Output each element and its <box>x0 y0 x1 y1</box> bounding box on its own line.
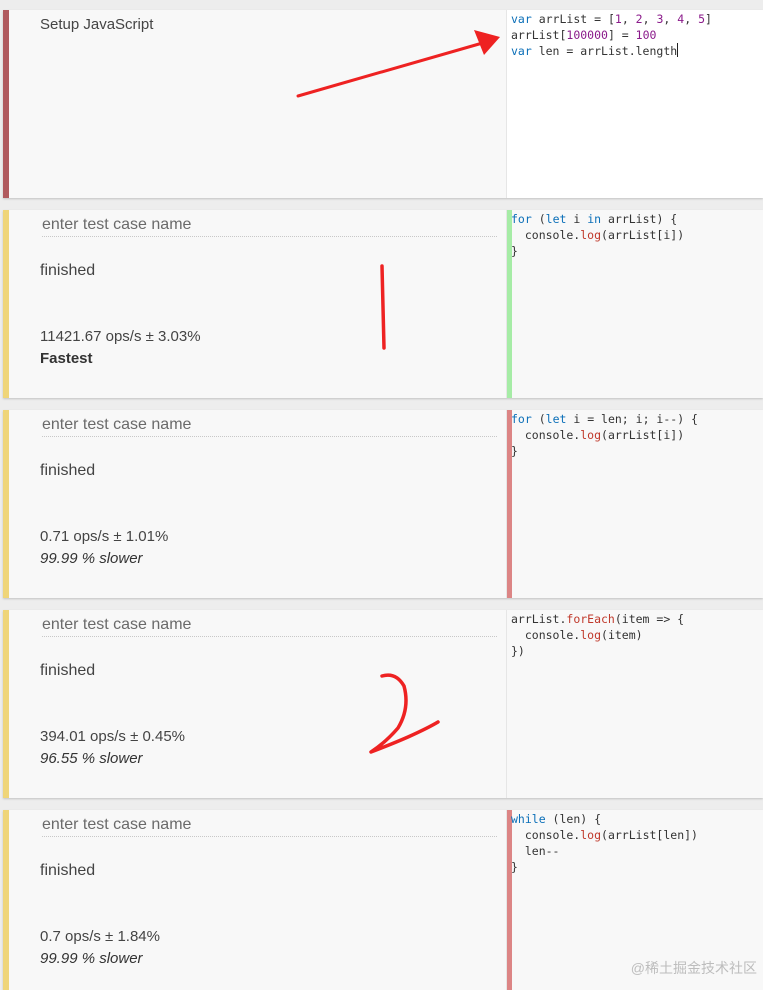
setup-title: Setup JavaScript <box>40 16 154 33</box>
code-line: while (len) { <box>511 812 602 826</box>
test-case-ops: 0.71 ops/s ± 1.01% <box>40 528 169 545</box>
test-case-rank: Fastest <box>40 350 93 367</box>
test-case-code[interactable]: arrList.forEach(item => { console.log(it… <box>511 611 684 659</box>
test-case-rank: 96.55 % slower <box>40 750 143 767</box>
setup-panel: Setup JavaScript var arrList = [1, 2, 3,… <box>3 10 763 198</box>
test-case-status: finished <box>40 862 96 879</box>
test-case-info: finished 0.71 ops/s ± 1.01% 99.99 % slow… <box>9 410 506 598</box>
test-case-code-editor[interactable]: for (let i = len; i; i--) { console.log(… <box>506 410 763 598</box>
test-case-name-input[interactable] <box>42 814 497 837</box>
test-case-panel: finished 394.01 ops/s ± 0.45% 96.55 % sl… <box>3 610 763 798</box>
test-case-status: finished <box>40 662 96 679</box>
test-case-rank: 99.99 % slower <box>40 950 143 967</box>
test-case-name-input[interactable] <box>42 214 497 237</box>
test-case-ops: 11421.67 ops/s ± 3.03% <box>40 328 201 345</box>
test-case-rank: 99.99 % slower <box>40 550 143 567</box>
test-case-code-editor[interactable]: arrList.forEach(item => { console.log(it… <box>506 610 763 798</box>
code-line: var arrList = [1, 2, 3, 4, 5] <box>511 12 712 26</box>
test-case-status: finished <box>40 262 96 279</box>
setup-code[interactable]: var arrList = [1, 2, 3, 4, 5] arrList[10… <box>511 11 712 59</box>
code-line: len-- <box>511 844 560 858</box>
test-case-code[interactable]: while (len) { console.log(arrList[len]) … <box>511 811 698 875</box>
test-case-ops: 0.7 ops/s ± 1.84% <box>40 928 160 945</box>
watermark: @稀土掘金技术社区 <box>630 960 757 976</box>
code-line: }) <box>511 644 525 658</box>
test-case-code-editor[interactable]: for (let i in arrList) { console.log(arr… <box>506 210 763 398</box>
code-line: var len = arrList.length <box>511 43 679 58</box>
test-case-panel: finished 11421.67 ops/s ± 3.03% Fastest … <box>3 210 763 398</box>
code-line: } <box>511 860 518 874</box>
setup-code-editor[interactable]: var arrList = [1, 2, 3, 4, 5] arrList[10… <box>506 10 763 198</box>
code-line: } <box>511 244 518 258</box>
code-line: } <box>511 444 518 458</box>
test-case-info: finished 394.01 ops/s ± 0.45% 96.55 % sl… <box>9 610 506 798</box>
test-case-code[interactable]: for (let i in arrList) { console.log(arr… <box>511 211 684 259</box>
code-line: console.log(arrList[i]) <box>511 228 685 242</box>
code-line: arrList[100000] = 100 <box>511 28 657 42</box>
test-case-status: finished <box>40 462 96 479</box>
test-case-code[interactable]: for (let i = len; i; i--) { console.log(… <box>511 411 698 459</box>
code-line: for (let i = len; i; i--) { <box>511 412 698 426</box>
test-case-info: finished 11421.67 ops/s ± 3.03% Fastest <box>9 210 506 398</box>
code-line: console.log(item) <box>511 628 643 642</box>
code-line: for (let i in arrList) { <box>511 212 678 226</box>
text-cursor <box>677 43 679 57</box>
test-case-name-input[interactable] <box>42 614 497 637</box>
code-line: arrList.forEach(item => { <box>511 612 685 626</box>
test-case-panel: finished 0.71 ops/s ± 1.01% 99.99 % slow… <box>3 410 763 598</box>
test-case-name-input[interactable] <box>42 414 497 437</box>
setup-label-area: Setup JavaScript <box>9 10 506 198</box>
test-case-info: finished 0.7 ops/s ± 1.84% 99.99 % slowe… <box>9 810 506 990</box>
test-case-ops: 394.01 ops/s ± 0.45% <box>40 728 185 745</box>
code-line: console.log(arrList[len]) <box>511 828 698 842</box>
code-line: console.log(arrList[i]) <box>511 428 685 442</box>
